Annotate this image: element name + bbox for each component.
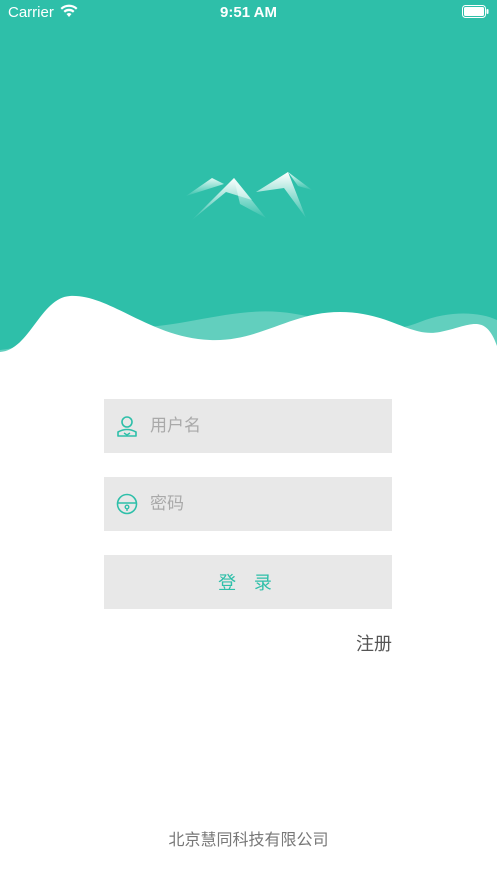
user-icon: [117, 416, 137, 437]
status-bar: Carrier 9:51 AM: [0, 0, 497, 26]
password-input[interactable]: [150, 477, 380, 531]
lock-icon: [116, 493, 138, 515]
username-input[interactable]: [150, 399, 380, 453]
wave-decoration: [0, 295, 497, 360]
login-button-label: 登 录: [218, 573, 278, 594]
battery-icon: [462, 5, 489, 18]
login-button[interactable]: 登 录: [104, 555, 392, 609]
header-banner: Carrier 9:51 AM: [0, 0, 497, 360]
password-field[interactable]: [104, 477, 392, 531]
status-time: 9:51 AM: [220, 4, 277, 21]
register-link[interactable]: 注册: [356, 630, 392, 656]
login-screen: Carrier 9:51 AM 用户名 登 录 注册 北京慧同科技有限公司: [0, 0, 497, 883]
username-field[interactable]: [104, 399, 392, 453]
company-footer: 北京慧同科技有限公司: [168, 830, 329, 849]
mountain-logo-icon: [186, 172, 312, 220]
